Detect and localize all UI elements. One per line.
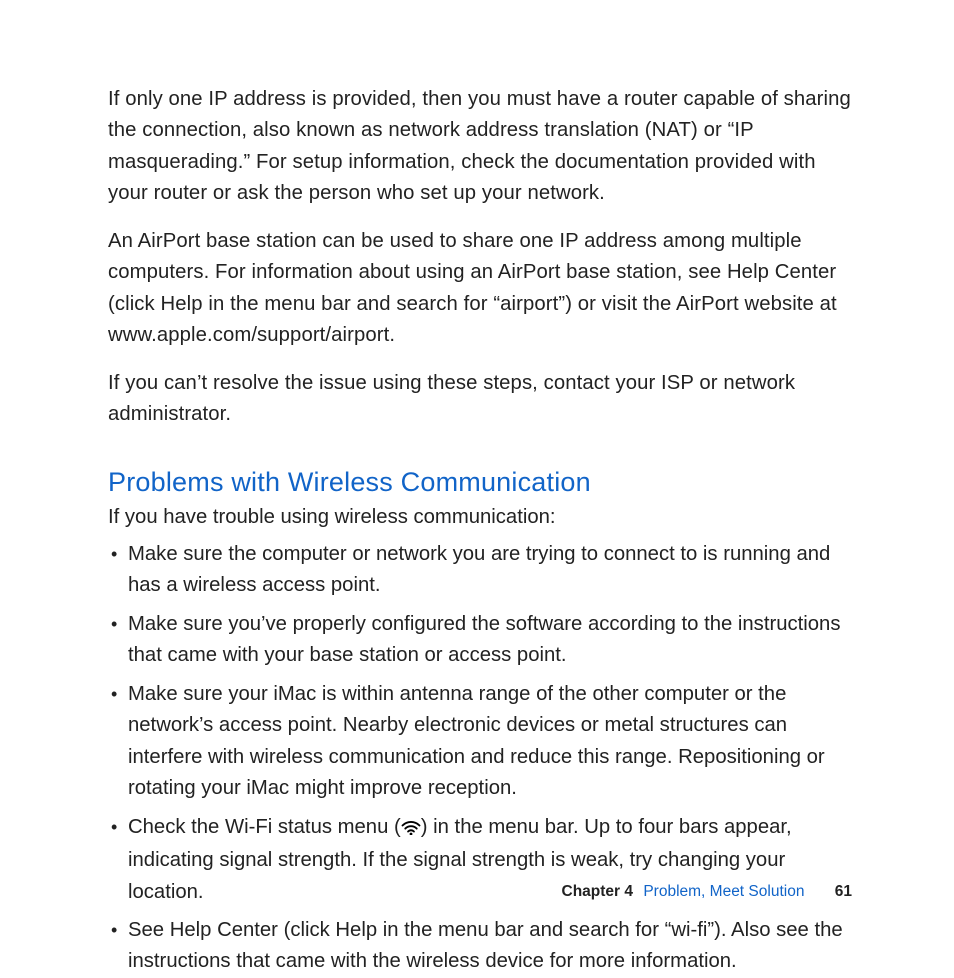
list-item: Make sure you’ve properly configured the… [108,609,852,672]
section-intro: If you have trouble using wireless commu… [108,502,852,533]
list-item: Make sure your iMac is within antenna ra… [108,679,852,805]
list-item: See Help Center (click Help in the menu … [108,915,852,978]
chapter-label: Chapter 4 [562,883,634,900]
list-item: Make sure the computer or network you ar… [108,539,852,602]
document-page: If only one IP address is provided, then… [0,0,954,954]
list-item-text: Check the Wi-Fi status menu ( [128,816,401,838]
body-paragraph: If only one IP address is provided, then… [108,84,852,210]
section-heading: Problems with Wireless Communication [108,467,852,498]
wifi-icon [401,814,421,845]
bullet-list: Make sure the computer or network you ar… [108,539,852,978]
body-paragraph: If you can’t resolve the issue using the… [108,368,852,431]
page-number: 61 [835,883,852,900]
page-footer: Chapter 4 Problem, Meet Solution 61 [562,883,852,901]
body-paragraph: An AirPort base station can be used to s… [108,226,852,352]
chapter-title: Problem, Meet Solution [643,883,804,900]
